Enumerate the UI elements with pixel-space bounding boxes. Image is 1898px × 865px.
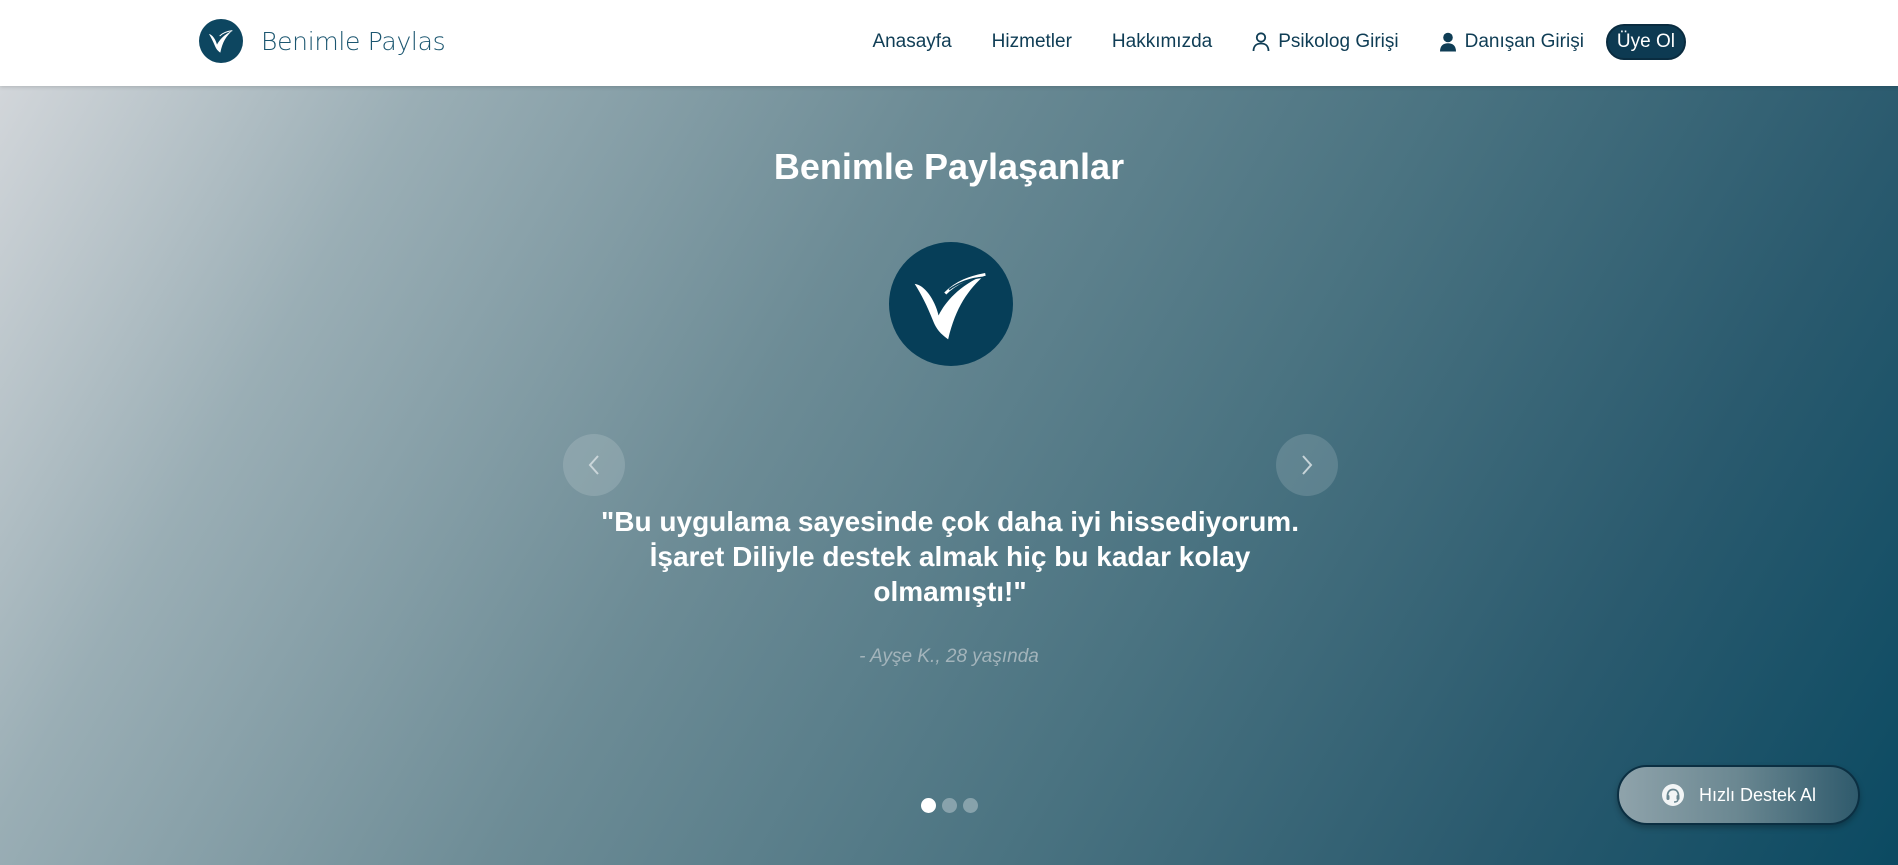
psychologist-login-label: Psikolog Girişi bbox=[1278, 31, 1399, 52]
carousel-next-button[interactable] bbox=[1276, 434, 1338, 496]
carousel-dot-3[interactable] bbox=[962, 798, 978, 813]
nav-link-psychologist-login[interactable]: Psikolog Girişi bbox=[1252, 31, 1399, 53]
nav-link-about[interactable]: Hakkımızda bbox=[1112, 31, 1212, 53]
nav-link-services[interactable]: Hizmetler bbox=[992, 31, 1072, 53]
bird-hand-icon bbox=[889, 242, 1013, 366]
carousel-dot-2[interactable] bbox=[941, 798, 957, 813]
testimonial-quote: "Bu uygulama sayesinde çok daha iyi hiss… bbox=[601, 506, 1299, 607]
carousel-indicators bbox=[0, 798, 1898, 813]
navbar: Benimle Paylas Anasayfa Hizmetler Hakkım… bbox=[0, 0, 1898, 86]
chevron-right-icon bbox=[1302, 455, 1313, 475]
carousel-prev-button[interactable] bbox=[563, 434, 625, 496]
nav-link-client-login[interactable]: Danışan Girişi bbox=[1439, 31, 1584, 53]
brand-name: Benimle Paylas bbox=[261, 26, 446, 56]
carousel-dot-1[interactable] bbox=[920, 798, 936, 813]
user-outline-icon bbox=[1252, 32, 1270, 52]
user-solid-icon bbox=[1439, 32, 1456, 52]
nav-link-home[interactable]: Anasayfa bbox=[872, 31, 951, 53]
quick-support-button[interactable]: Hızlı Destek Al bbox=[1617, 765, 1860, 825]
brand-logo-icon bbox=[199, 19, 243, 63]
main-nav: Anasayfa Hizmetler Hakkımızda Psikolog G… bbox=[872, 24, 1686, 60]
quick-support-label: Hızlı Destek Al bbox=[1698, 784, 1817, 805]
testimonial-author: - Ayşe K., 28 yaşında bbox=[859, 646, 1039, 667]
testimonials-section: Benimle Paylaşanlar "Bu uygulama sayesin… bbox=[0, 86, 1898, 865]
headset-icon bbox=[1661, 784, 1684, 806]
chevron-left-icon bbox=[588, 455, 599, 475]
signup-button[interactable]: Üye Ol bbox=[1605, 24, 1686, 60]
client-login-label: Danışan Girişi bbox=[1464, 31, 1584, 52]
section-title: Benimle Paylaşanlar bbox=[773, 146, 1125, 187]
brand-link[interactable]: Benimle Paylas bbox=[199, 19, 446, 63]
